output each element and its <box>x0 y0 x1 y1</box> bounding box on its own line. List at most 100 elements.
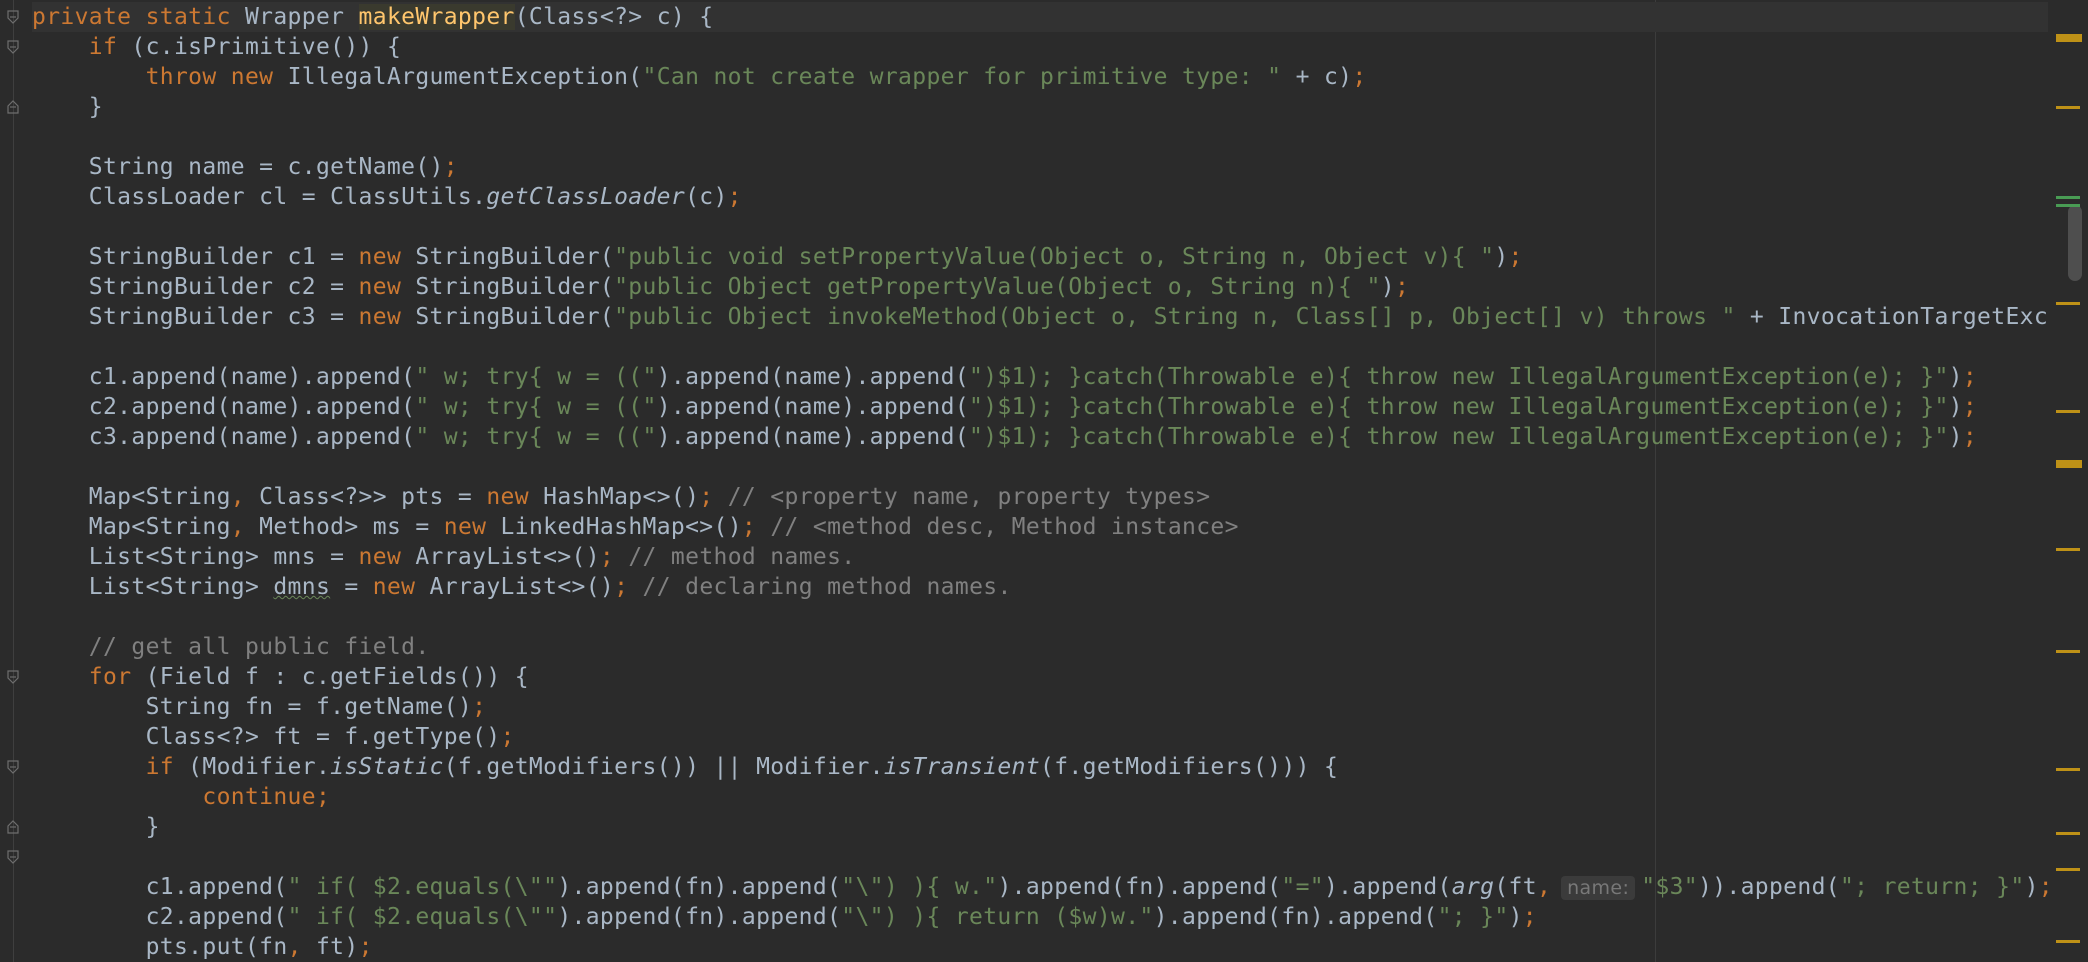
code-line[interactable]: if (Modifier.isStatic(f.getModifiers()) … <box>32 752 1338 782</box>
code-token: , <box>230 484 260 510</box>
warning-marker[interactable] <box>2056 832 2080 835</box>
code-token: , <box>1536 874 1552 900</box>
code-token: ; <box>1522 904 1537 930</box>
code-token: Wrapper <box>244 4 359 30</box>
code-line[interactable]: String name = c.getName(); <box>32 152 458 182</box>
warning-marker[interactable] <box>2056 302 2080 305</box>
code-token: , <box>230 514 260 540</box>
scrollbar-thumb[interactable] <box>2068 205 2082 281</box>
code-token: (Modifier. <box>188 754 331 780</box>
fold-end-icon[interactable] <box>6 100 20 114</box>
code-token: (f.getModifiers())) { <box>1040 754 1339 780</box>
code-token: , <box>287 934 316 960</box>
code-token: arg <box>1451 874 1495 900</box>
fold-guide-line <box>13 0 14 962</box>
fold-start-icon[interactable] <box>6 10 20 24</box>
code-line[interactable]: // get all public field. <box>32 632 430 662</box>
code-token: " if( $2.equals(\"" <box>287 874 558 900</box>
code-token: = <box>330 574 373 600</box>
code-line[interactable]: ClassLoader cl = ClassUtils.getClassLoad… <box>32 182 742 212</box>
code-token: ")$1); }catch(Throwable e){ throw new Il… <box>969 364 1949 390</box>
code-token: "public void setPropertyValue(Object o, … <box>614 244 1495 270</box>
code-token: ) <box>2024 874 2039 900</box>
code-token: ; <box>699 484 728 510</box>
code-line[interactable]: for (Field f : c.getFields()) { <box>32 662 529 692</box>
fold-start-icon[interactable] <box>6 850 20 864</box>
code-token: pts.put(fn <box>32 934 288 960</box>
code-line[interactable]: } <box>32 92 103 122</box>
warning-marker[interactable] <box>2056 548 2080 551</box>
code-token: String fn = f.getName() <box>32 694 473 720</box>
code-token: "\") ){ w." <box>841 874 998 900</box>
code-line[interactable]: StringBuilder c1 = new StringBuilder("pu… <box>32 242 1523 272</box>
code-line[interactable]: Map<String, Class<?>> pts = new HashMap<… <box>32 482 1210 512</box>
code-token: new <box>443 514 501 540</box>
code-token: ; <box>727 184 742 210</box>
code-token: "public Object getPropertyValue(Object o… <box>614 274 1381 300</box>
code-area[interactable]: private static Wrapper makeWrapper(Class… <box>32 0 2048 962</box>
code-line[interactable]: c3.append(name).append(" w; try{ w = (("… <box>32 422 1977 452</box>
code-token: new <box>486 484 544 510</box>
code-line[interactable]: pts.put(fn, ft); <box>32 932 373 962</box>
code-line[interactable]: c1.append(name).append(" w; try{ w = (("… <box>32 362 1977 392</box>
code-token: isTransient <box>883 754 1041 780</box>
code-line[interactable]: Class<?> ft = f.getType(); <box>32 722 515 752</box>
code-editor[interactable]: private static Wrapper makeWrapper(Class… <box>0 0 2088 962</box>
code-line[interactable]: StringBuilder c3 = new StringBuilder("pu… <box>32 302 2048 332</box>
code-token: " w; try{ w = ((" <box>415 394 657 420</box>
warning-marker[interactable] <box>2056 768 2080 771</box>
code-line[interactable]: throw new IllegalArgumentException("Can … <box>32 62 1367 92</box>
warning-marker[interactable] <box>2056 650 2080 653</box>
code-token: } <box>32 94 103 120</box>
code-line[interactable]: Map<String, Method> ms = new LinkedHashM… <box>32 512 1239 542</box>
warning-marker[interactable] <box>2056 868 2080 871</box>
code-line[interactable]: c2.append(" if( $2.equals(\"").append(fn… <box>32 902 1537 932</box>
code-token: ).append(fn).append( <box>557 874 842 900</box>
code-token: for <box>88 664 146 690</box>
warning-marker[interactable] <box>2056 460 2082 468</box>
code-line[interactable]: } <box>32 812 160 842</box>
code-token: if <box>88 34 132 60</box>
warning-marker[interactable] <box>2056 410 2080 413</box>
code-token: ).append(name).append( <box>656 424 970 450</box>
code-token: "$3" <box>1641 874 1698 900</box>
code-token: if <box>145 754 189 780</box>
code-token: ; <box>443 154 458 180</box>
code-line[interactable]: c2.append(name).append(" w; try{ w = (("… <box>32 392 1977 422</box>
editor-scrollbar[interactable] <box>2048 0 2088 962</box>
code-token: // <property name, property types> <box>727 484 1211 510</box>
change-marker[interactable] <box>2056 204 2080 207</box>
change-marker[interactable] <box>2056 196 2080 199</box>
warning-marker[interactable] <box>2056 106 2080 109</box>
code-token: StringBuilder c2 = <box>32 274 359 300</box>
code-token: List<String> <box>32 574 274 600</box>
code-line[interactable]: StringBuilder c2 = new StringBuilder("pu… <box>32 272 1409 302</box>
code-token: StringBuilder( <box>415 304 615 330</box>
warning-marker[interactable] <box>2056 34 2082 42</box>
code-line[interactable]: private static Wrapper makeWrapper(Class… <box>32 2 2048 32</box>
code-token: private static <box>32 4 245 30</box>
code-token: ArrayList<>() <box>415 544 600 570</box>
code-line[interactable]: continue; <box>32 782 330 812</box>
code-token: Class<?> ft = f.getType() <box>32 724 501 750</box>
warning-marker[interactable] <box>2056 940 2080 943</box>
code-token: "Can not create wrapper for primitive ty… <box>642 64 1296 90</box>
code-token: dmns <box>273 574 331 600</box>
code-token: ) <box>1948 394 1963 420</box>
code-line[interactable]: List<String> mns = new ArrayList<>(); //… <box>32 542 855 572</box>
fold-start-icon[interactable] <box>6 40 20 54</box>
code-token: continue; <box>202 784 331 810</box>
code-line[interactable]: List<String> dmns = new ArrayList<>(); /… <box>32 572 1012 602</box>
code-token: // get all public field. <box>88 634 430 660</box>
fold-start-icon[interactable] <box>6 760 20 774</box>
code-token: ) <box>1380 274 1395 300</box>
code-line[interactable]: if (c.isPrimitive()) { <box>32 32 401 62</box>
fold-end-icon[interactable] <box>6 820 20 834</box>
code-token: ; <box>472 694 487 720</box>
code-line[interactable]: c1.append(" if( $2.equals(\"").append(fn… <box>32 872 2048 902</box>
code-line[interactable]: String fn = f.getName(); <box>32 692 486 722</box>
fold-start-icon[interactable] <box>6 670 20 684</box>
code-token: (c.isPrimitive()) { <box>131 34 402 60</box>
